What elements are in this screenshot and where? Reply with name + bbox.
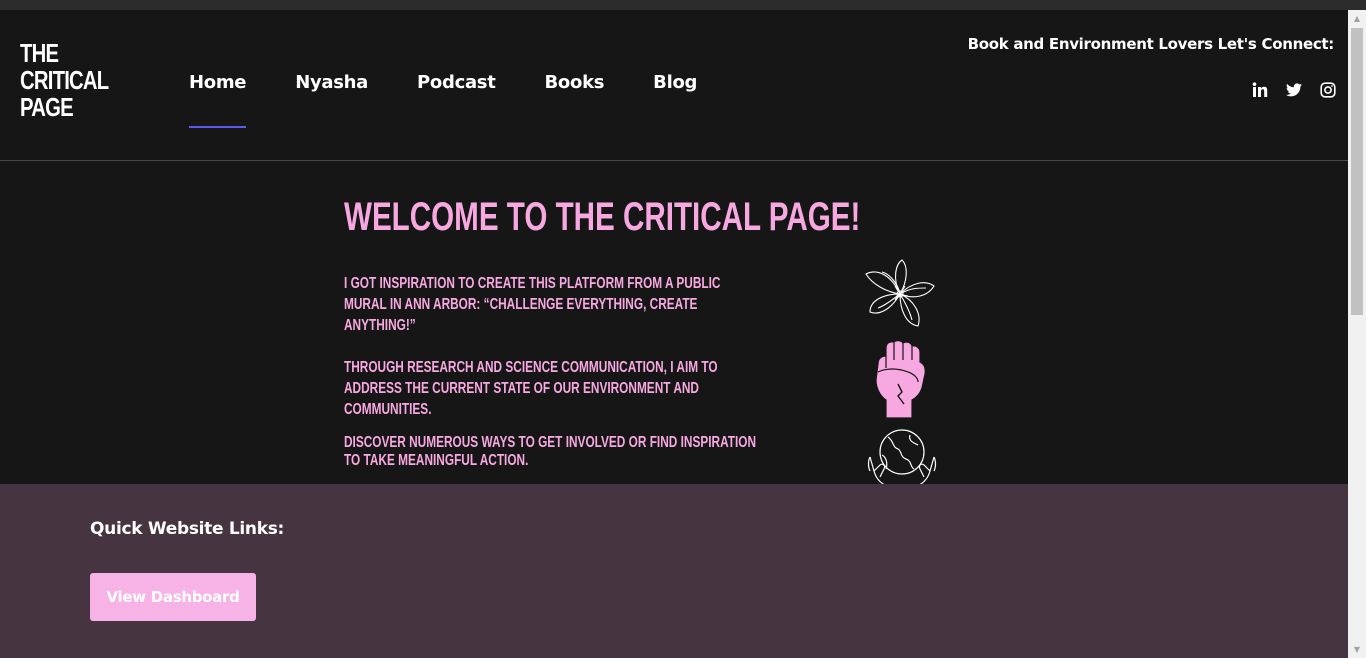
logo-line: PAGE (20, 92, 74, 122)
instagram-icon[interactable] (1319, 81, 1336, 98)
linkedin-icon[interactable] (1251, 81, 1268, 98)
nav-item-nyasha[interactable]: Nyasha (295, 72, 368, 128)
site-logo[interactable]: THE CRITICAL PAGE (20, 38, 109, 122)
nav-item-podcast[interactable]: Podcast (417, 72, 496, 128)
scroll-up-arrow-icon[interactable]: ▲ (1348, 10, 1366, 27)
logo-line: THE (20, 38, 59, 68)
page-title: WELCOME TO THE CRITICAL PAGE! (344, 195, 861, 239)
view-dashboard-button[interactable]: View Dashboard (90, 573, 256, 621)
action-paragraph: DISCOVER NUMEROUS WAYS TO GET INVOLVED O… (344, 434, 757, 469)
main-nav: Home Nyasha Podcast Books Blog (189, 72, 746, 128)
nav-item-home[interactable]: Home (189, 72, 247, 128)
flower-icon (865, 259, 935, 327)
mission-paragraph: THROUGH RESEARCH AND SCIENCE COMMUNICATI… (344, 359, 718, 418)
twitter-icon[interactable] (1285, 81, 1302, 98)
browser-top-bar (0, 0, 1366, 10)
connect-text: Book and Environment Lovers Let's Connec… (967, 35, 1335, 53)
raised-fist-icon (875, 340, 926, 419)
scrollbar-thumb[interactable] (1351, 28, 1363, 315)
vertical-scrollbar[interactable]: ▲ ▼ (1348, 10, 1366, 658)
site-header: THE CRITICAL PAGE Home Nyasha Podcast Bo… (0, 10, 1348, 161)
quick-links-section: Quick Website Links: View Dashboard (0, 484, 1348, 658)
scroll-down-arrow-icon[interactable]: ▼ (1348, 641, 1366, 658)
quick-links-title: Quick Website Links: (90, 519, 285, 539)
intro-paragraph: I GOT INSPIRATION TO CREATE THIS PLATFOR… (344, 275, 721, 334)
page-viewport: THE CRITICAL PAGE Home Nyasha Podcast Bo… (0, 10, 1348, 658)
logo-line: CRITICAL (20, 65, 109, 95)
social-links (1251, 81, 1336, 98)
nav-item-books[interactable]: Books (545, 72, 605, 128)
nav-item-blog[interactable]: Blog (653, 72, 697, 128)
